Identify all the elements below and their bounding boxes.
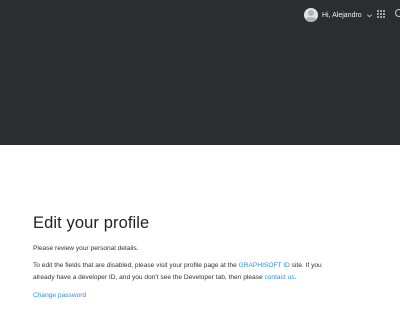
search-icon[interactable]: [395, 9, 400, 17]
header-banner: Hi, Alejandro: [0, 0, 400, 145]
user-avatar-icon: [304, 8, 318, 22]
info-text: To edit the fields that are disabled, pl…: [33, 260, 333, 284]
apps-grid-icon[interactable]: [377, 10, 385, 18]
user-menu[interactable]: Hi, Alejandro: [304, 7, 373, 23]
graphisoft-id-link[interactable]: GRAPHISOFT ID: [239, 262, 290, 269]
change-password-link[interactable]: Change password: [33, 291, 86, 301]
intro-text: Please review your personal details.: [33, 245, 139, 252]
profile-content: Edit your profile Please review your per…: [33, 212, 383, 302]
user-greeting: Hi, Alejandro: [322, 11, 362, 19]
chevron-down-icon: [366, 13, 372, 17]
contact-us-link[interactable]: contact us: [264, 274, 294, 281]
page-title: Edit your profile: [33, 214, 150, 232]
info-text-part1: To edit the fields that are disabled, pl…: [33, 262, 239, 269]
info-text-part3: .: [294, 274, 297, 281]
